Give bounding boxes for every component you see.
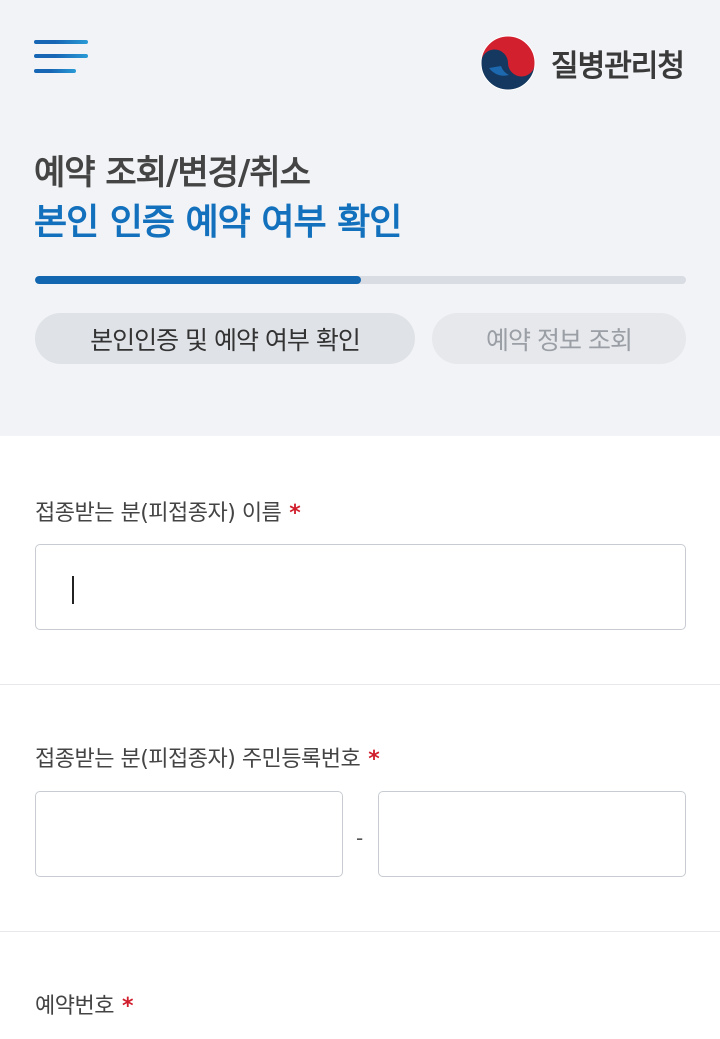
step-identity-verification[interactable]: 본인인증 및 예약 여부 확인	[35, 313, 415, 364]
required-mark: *	[121, 994, 134, 1019]
hamburger-icon-line-3	[34, 69, 76, 73]
agency-logo[interactable]: 질병관리청	[479, 34, 685, 92]
reservation-number-label-text: 예약번호	[35, 994, 114, 1019]
page-subtitle: 본인 인증 예약 여부 확인	[34, 202, 402, 243]
name-label-text: 접종받는 분(피접종자) 이름	[35, 501, 282, 526]
rrn-back-input[interactable]	[378, 791, 686, 877]
reservation-number-field-label: 예약번호 *	[35, 988, 133, 1020]
rrn-label-text: 접종받는 분(피접종자) 주민등록번호	[35, 747, 361, 772]
name-field-label: 접종받는 분(피접종자) 이름 *	[35, 495, 301, 527]
kdca-emblem-icon	[480, 35, 536, 91]
page-title: 예약 조회/변경/취소	[34, 153, 311, 193]
hamburger-icon-line-1	[34, 40, 88, 44]
section-divider	[0, 931, 720, 932]
progress-bar	[35, 276, 686, 284]
section-divider	[0, 684, 720, 685]
name-input[interactable]	[35, 544, 686, 630]
step-reservation-info[interactable]: 예약 정보 조회	[432, 313, 686, 364]
required-mark: *	[289, 501, 301, 526]
rrn-front-input[interactable]	[35, 791, 343, 877]
rrn-field-label: 접종받는 분(피접종자) 주민등록번호 *	[35, 741, 380, 773]
rrn-separator: -	[356, 826, 364, 850]
required-mark: *	[368, 747, 380, 772]
hamburger-menu-button[interactable]	[34, 40, 90, 80]
progress-bar-fill	[35, 276, 361, 284]
hamburger-icon-line-2	[34, 54, 88, 58]
page-header-area: 질병관리청 예약 조회/변경/취소 본인 인증 예약 여부 확인 본인인증 및 …	[0, 0, 720, 436]
text-cursor	[72, 576, 74, 604]
agency-name: 질병관리청	[551, 49, 685, 84]
